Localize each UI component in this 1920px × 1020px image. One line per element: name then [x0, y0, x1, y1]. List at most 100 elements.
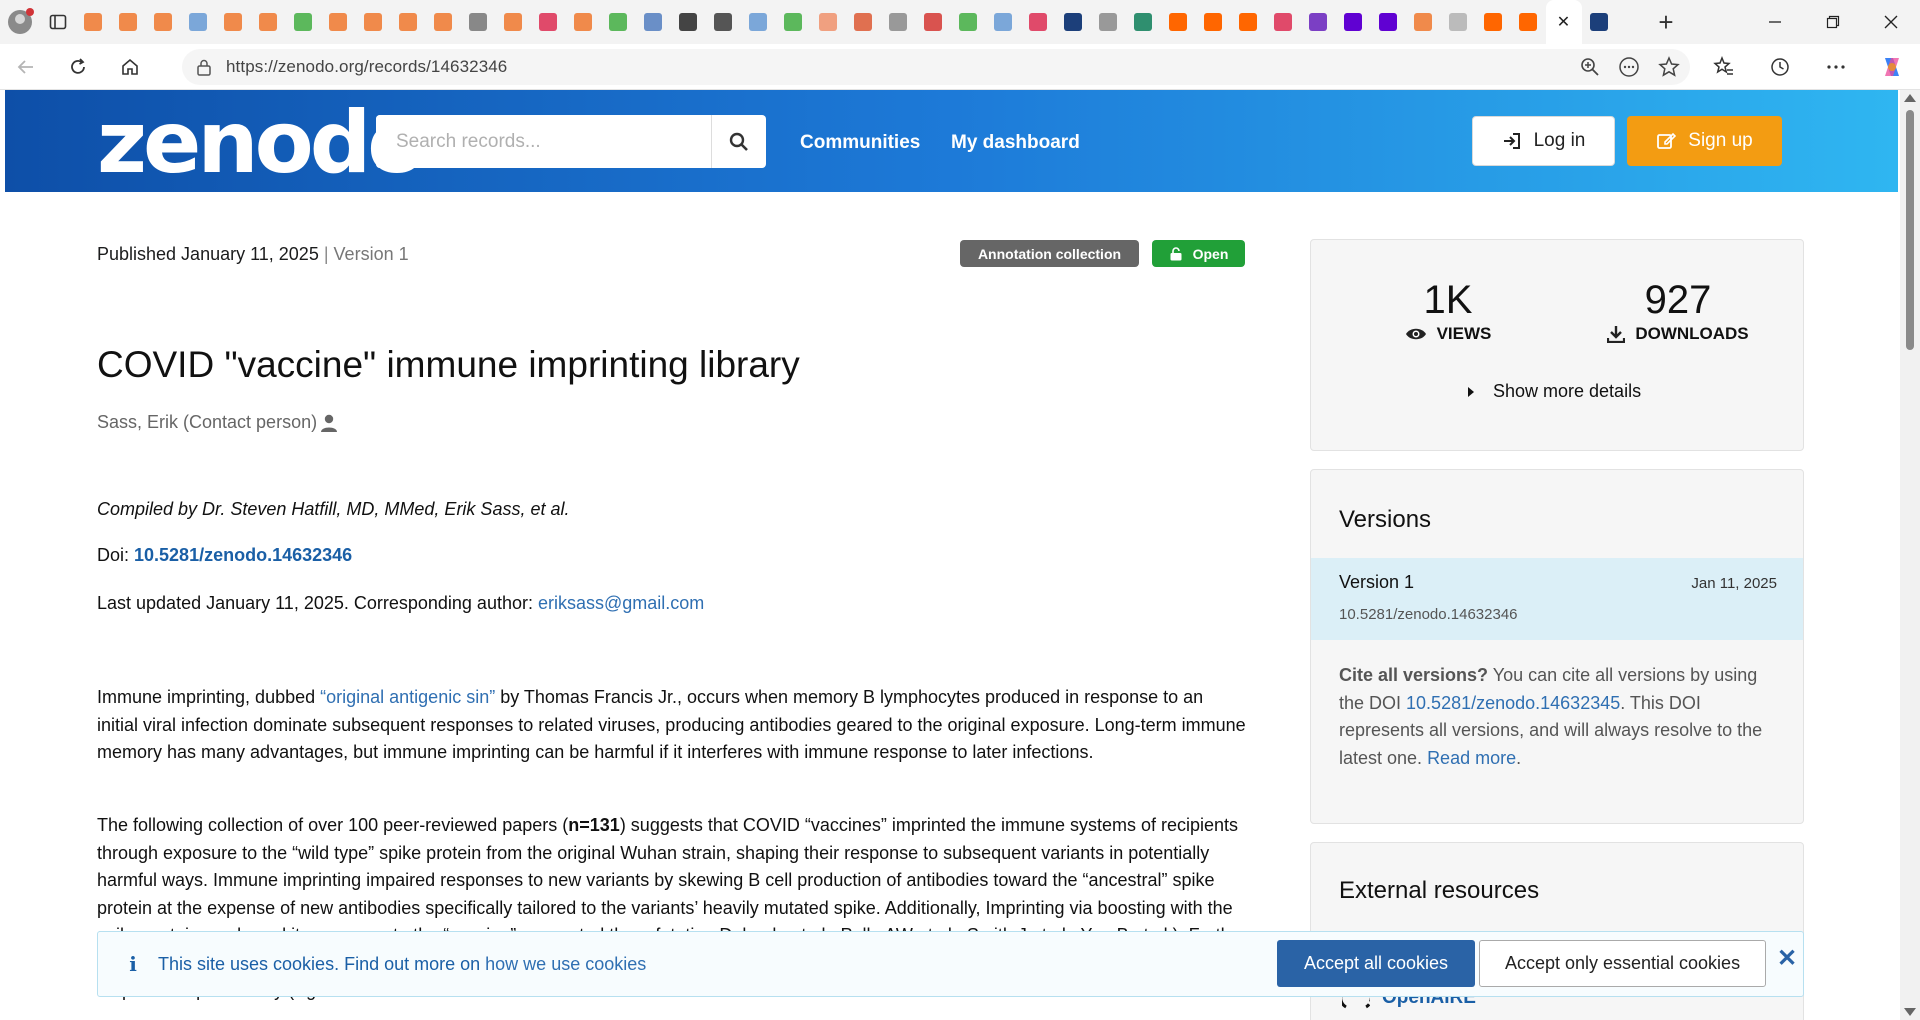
browser-tab[interactable] [811, 0, 846, 44]
back-button[interactable] [0, 44, 52, 90]
browser-tab[interactable] [1406, 0, 1441, 44]
browser-tab[interactable] [916, 0, 951, 44]
doi-label: Doi: [97, 545, 135, 565]
browser-tab[interactable] [216, 0, 251, 44]
browser-tab[interactable] [1441, 0, 1476, 44]
close-tab-icon[interactable]: ✕ [1557, 12, 1570, 32]
page-scrollbar[interactable] [1900, 90, 1920, 1020]
accept-essential-cookies-button[interactable]: Accept only essential cookies [1479, 940, 1766, 987]
browser-tab[interactable] [846, 0, 881, 44]
close-window-button[interactable] [1862, 0, 1920, 44]
record-author[interactable]: Sass, Erik (Contact person) [97, 412, 339, 433]
signup-button[interactable]: Sign up [1627, 116, 1782, 166]
zenodo-logo[interactable]: zenodo [97, 98, 426, 188]
tab-favicon-icon [329, 13, 347, 31]
version-item-name[interactable]: Version 1 [1339, 572, 1414, 593]
browser-tab[interactable] [951, 0, 986, 44]
browser-tab[interactable] [986, 0, 1021, 44]
minimize-button[interactable] [1746, 0, 1804, 44]
browser-tab[interactable] [1231, 0, 1266, 44]
browser-tab[interactable] [1161, 0, 1196, 44]
last-updated: Last updated January 11, 2025. Correspon… [97, 593, 704, 614]
browser-tab[interactable] [1126, 0, 1161, 44]
browser-tab[interactable] [461, 0, 496, 44]
browser-tab[interactable] [1196, 0, 1231, 44]
login-button[interactable]: Log in [1472, 116, 1615, 166]
browser-tab[interactable] [76, 0, 111, 44]
browser-tab[interactable] [496, 0, 531, 44]
search-button[interactable] [711, 115, 766, 168]
profile-button[interactable] [0, 0, 40, 44]
more-menu-button[interactable] [1808, 44, 1864, 90]
browser-tab[interactable] [566, 0, 601, 44]
nav-communities[interactable]: Communities [800, 132, 920, 154]
browser-tab[interactable] [671, 0, 706, 44]
browser-tab[interactable] [1266, 0, 1301, 44]
restore-button[interactable] [1804, 0, 1862, 44]
sign-in-icon [1503, 133, 1520, 149]
url-text[interactable]: https://zenodo.org/records/14632346 [226, 57, 507, 77]
scroll-up-arrow-icon[interactable] [1904, 94, 1916, 102]
browser-tab[interactable] [251, 0, 286, 44]
refresh-button[interactable] [52, 44, 104, 90]
home-button[interactable] [104, 44, 156, 90]
doi-link[interactable]: 10.5281/zenodo.14632346 [134, 545, 352, 565]
lock-icon[interactable] [182, 58, 226, 76]
original-antigenic-sin-link[interactable]: “original antigenic sin” [320, 687, 495, 707]
cookie-policy-link[interactable]: how we use cookies [485, 954, 646, 974]
downloads-count: 927 [1644, 278, 1712, 322]
search-icon [729, 132, 748, 151]
reader-mode-icon[interactable] [1618, 56, 1640, 78]
browser-tab[interactable] [531, 0, 566, 44]
browser-tab[interactable] [146, 0, 181, 44]
read-more-link[interactable]: Read more [1427, 748, 1516, 768]
cookie-close-icon[interactable]: ✕ [1775, 945, 1799, 972]
accept-all-cookies-button[interactable]: Accept all cookies [1277, 940, 1475, 987]
browser-tab[interactable] [1021, 0, 1056, 44]
version-item[interactable]: Version 1 Jan 11, 2025 10.5281/zenodo.14… [1311, 558, 1803, 640]
browser-tab[interactable] [741, 0, 776, 44]
browser-tab[interactable] [1476, 0, 1511, 44]
favorite-star-icon[interactable] [1658, 56, 1680, 78]
browser-tab[interactable] [1091, 0, 1126, 44]
browser-tab[interactable] [321, 0, 356, 44]
browser-tab[interactable] [1582, 0, 1617, 44]
browser-tab[interactable] [111, 0, 146, 44]
browser-tab[interactable] [1371, 0, 1406, 44]
browser-tab[interactable] [1511, 0, 1546, 44]
scrollbar-thumb[interactable] [1906, 110, 1914, 350]
tab-favicon-icon [259, 13, 277, 31]
browser-tab[interactable] [1336, 0, 1371, 44]
browser-tab[interactable] [356, 0, 391, 44]
author-email-link[interactable]: eriksass@gmail.com [538, 593, 704, 613]
tab-actions-button[interactable] [40, 0, 76, 44]
copilot-button[interactable] [1864, 44, 1920, 90]
browser-tab[interactable] [286, 0, 321, 44]
browser-tab[interactable] [636, 0, 671, 44]
browser-tab[interactable] [776, 0, 811, 44]
access-badge[interactable]: Open [1152, 240, 1245, 267]
active-browser-tab[interactable]: ✕ [1546, 0, 1582, 44]
scroll-down-arrow-icon[interactable] [1904, 1008, 1916, 1016]
search-input[interactable] [376, 115, 711, 168]
author-name[interactable]: Sass, Erik (Contact person) [97, 412, 317, 433]
history-button[interactable] [1752, 44, 1808, 90]
address-bar[interactable]: https://zenodo.org/records/14632346 [182, 49, 1690, 85]
browser-tab[interactable] [881, 0, 916, 44]
new-tab-button[interactable]: + [1646, 0, 1686, 44]
zoom-icon[interactable] [1580, 57, 1600, 77]
nav-my-dashboard[interactable]: My dashboard [951, 132, 1080, 154]
browser-tab[interactable] [1301, 0, 1336, 44]
stats-panel: 1K VIEWS 927 DOWNLOADS Show more details [1310, 239, 1804, 451]
tab-favicon-icon [154, 13, 172, 31]
browser-tab[interactable] [706, 0, 741, 44]
browser-tab[interactable] [1056, 0, 1091, 44]
browser-tab[interactable] [601, 0, 636, 44]
concept-doi-link[interactable]: 10.5281/zenodo.14632345 [1406, 693, 1620, 713]
browser-tab[interactable] [426, 0, 461, 44]
favorites-button[interactable] [1696, 44, 1752, 90]
browser-tab[interactable] [181, 0, 216, 44]
browser-tab[interactable] [391, 0, 426, 44]
cookie-text: This site uses cookies. Find out more on [158, 953, 486, 974]
show-more-details-toggle[interactable]: Show more details [1467, 381, 1641, 402]
